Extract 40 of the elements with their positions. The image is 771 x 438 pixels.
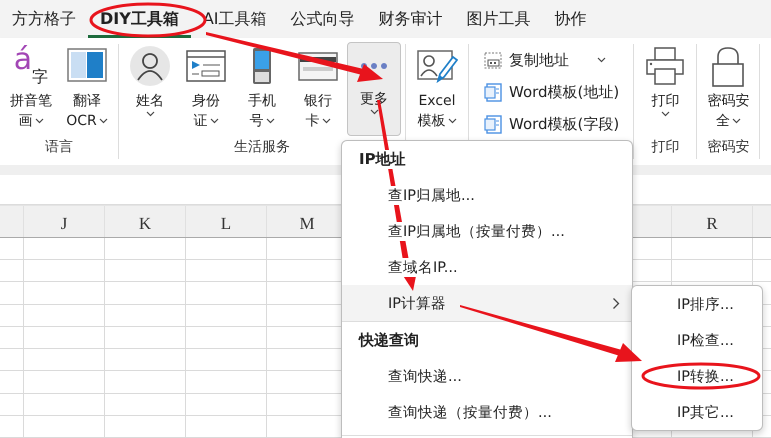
printer-icon <box>644 45 686 87</box>
ribbon-button[interactable]: 打印 <box>638 42 692 136</box>
menu-item[interactable]: IP转换... <box>632 358 762 394</box>
ribbon-tab[interactable]: 图片工具 <box>454 0 542 38</box>
column-header[interactable]: L <box>220 214 232 234</box>
ribbon-tab[interactable]: 方方格子 <box>0 0 88 38</box>
menu-item[interactable]: 查询快递... <box>342 358 632 394</box>
menu-section-title: IP地址 <box>358 148 407 170</box>
chevron-right-icon <box>612 296 620 310</box>
group-label: 生活服务 <box>234 138 290 156</box>
document-icon <box>483 114 503 134</box>
ribbon-tab[interactable]: 公式向导 <box>278 0 366 38</box>
document-icon <box>483 82 503 102</box>
ribbon-tab[interactable]: 财务审计 <box>366 0 454 38</box>
ribbon-button[interactable]: 身份 证 <box>179 42 233 136</box>
menu-item[interactable]: 查域名IP... <box>342 249 632 285</box>
menu-item[interactable]: 查IP归属地（按量付费）... <box>342 213 632 249</box>
menu-item[interactable]: IP检查... <box>632 322 762 358</box>
column-header[interactable]: R <box>706 214 718 234</box>
ribbon-button[interactable]: Word模板(地址) <box>479 76 624 108</box>
menu-item[interactable]: IP其它... <box>632 394 762 430</box>
person-icon <box>129 45 171 87</box>
ribbon-button[interactable]: Excel 模板 <box>410 42 464 136</box>
menu-item[interactable]: 查IP归属地... <box>342 177 632 213</box>
group-label: 密码安 <box>707 138 750 156</box>
ribbon-button[interactable]: 复制地址 <box>479 44 624 76</box>
ribbon-button[interactable]: 密码安 全 <box>701 42 756 136</box>
column-header[interactable]: K <box>138 214 152 234</box>
ribbon-button[interactable]: 翻译 OCR <box>60 42 114 136</box>
ribbon-button[interactable]: 姓名 <box>123 42 177 136</box>
ribbon-button[interactable]: Word模板(字段) <box>479 108 624 140</box>
menu-item[interactable]: 查询快递（按量付费）... <box>342 394 632 430</box>
column-header[interactable]: J <box>60 214 68 234</box>
copy-icon <box>483 50 503 70</box>
group-label: 打印 <box>651 138 680 156</box>
ribbon-tab[interactable]: 协作 <box>542 0 598 38</box>
menu-item[interactable]: IP计算器 <box>342 285 632 321</box>
menu-item[interactable]: IP排序... <box>632 286 762 322</box>
column-header[interactable]: M <box>299 214 315 234</box>
group-label: 语言 <box>45 138 73 156</box>
